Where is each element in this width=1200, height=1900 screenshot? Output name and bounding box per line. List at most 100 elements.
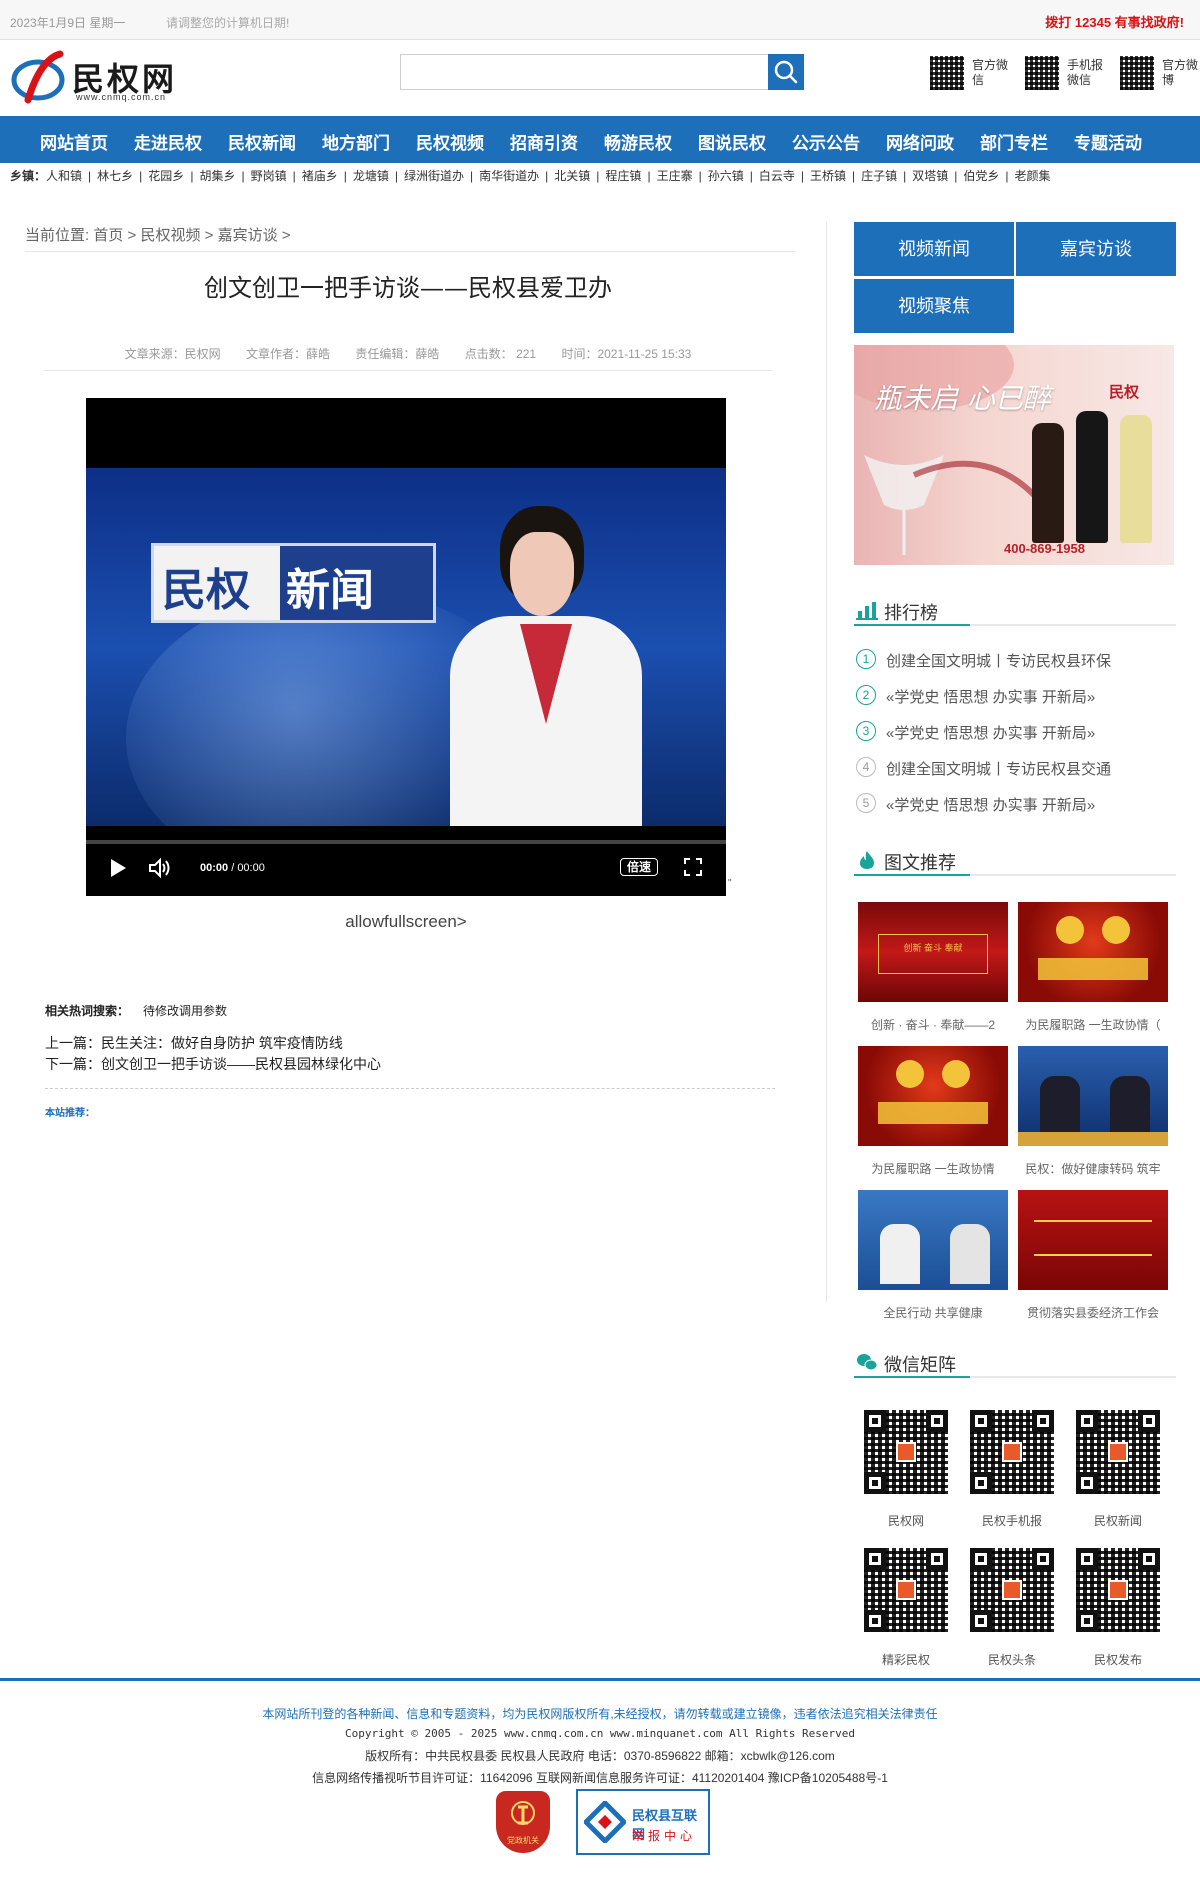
town-link[interactable]: 程庄镇: [605, 167, 641, 184]
column-divider: [826, 222, 827, 1302]
hot-keywords: 相关热词搜索： 待修改调用参数: [45, 1002, 227, 1019]
wine-advertisement[interactable]: 瓶未启 心已醉 民权 400-869-1958: [854, 345, 1174, 565]
picture-thumb[interactable]: [1018, 1190, 1168, 1290]
picture-thumb[interactable]: [1018, 1046, 1168, 1146]
main-nav: 网站首页 走进民权 民权新闻 地方部门 民权视频 招商引资 畅游民权 图说民权 …: [0, 116, 1200, 163]
town-link[interactable]: 南华街道办: [479, 167, 539, 184]
picture-thumb[interactable]: [858, 1190, 1008, 1290]
towns-label: 乡镇：: [10, 169, 47, 183]
footer-notice: 本网站所刊登的各种新闻、信息和专题资料，均为民权网版权所有,未经授权，请勿转载或…: [262, 1707, 938, 1721]
nav-item-announcements[interactable]: 公示公告: [792, 129, 860, 154]
wine-bottle: [1032, 423, 1064, 543]
nav-item-columns[interactable]: 部门专栏: [980, 129, 1048, 154]
news-anchor-figure: [450, 506, 650, 826]
meta-author: 文章作者：薛皓: [246, 347, 331, 361]
flame-icon: [860, 851, 874, 869]
nav-item-news[interactable]: 民权新闻: [228, 129, 296, 154]
nav-item-home[interactable]: 网站首页: [40, 129, 108, 154]
town-link[interactable]: 王庄寨: [657, 167, 693, 184]
town-link[interactable]: 龙塘镇: [353, 167, 389, 184]
video-controls: 00:00 / 00:00 倍速: [86, 826, 726, 896]
nav-item-photos[interactable]: 图说民权: [698, 129, 766, 154]
picture-caption[interactable]: 贯彻落实县委经济工作会: [1018, 1304, 1168, 1321]
picture-caption[interactable]: 全民行动 共享健康: [858, 1304, 1008, 1321]
pictures-title: 图文推荐: [884, 853, 956, 873]
town-link[interactable]: 花园乡: [148, 167, 184, 184]
breadcrumb-video[interactable]: 民权视频: [140, 227, 200, 244]
qr-code-icon[interactable]: [864, 1548, 948, 1632]
town-link[interactable]: 人和镇: [46, 167, 82, 184]
town-link[interactable]: 孙六镇: [708, 167, 744, 184]
report-center-badge[interactable]: 民权县互联网 举报中心: [576, 1789, 710, 1855]
qr-code-icon[interactable]: [864, 1410, 948, 1494]
prev-article-link[interactable]: 上一篇：民生关注：做好自身防护 筑牢疫情防线: [45, 1033, 381, 1054]
qr-code-icon[interactable]: [1076, 1548, 1160, 1632]
town-link[interactable]: 北关镇: [554, 167, 590, 184]
play-icon[interactable]: [108, 858, 128, 878]
official-weibo-link[interactable]: 官方微博: [1120, 56, 1198, 90]
town-link[interactable]: 王桥镇: [810, 167, 846, 184]
town-link[interactable]: 庄子镇: [861, 167, 897, 184]
article-meta: 文章来源：民权网 文章作者：薛皓 责任编辑：薛皓 点击数： 221 时间：202…: [44, 345, 772, 371]
tab-guest-interview[interactable]: 嘉宾访谈: [1016, 222, 1176, 276]
rank-number: 2: [856, 685, 876, 705]
qr-code-icon[interactable]: [970, 1548, 1054, 1632]
town-link[interactable]: 双塔镇: [912, 167, 948, 184]
search-button[interactable]: [768, 54, 804, 90]
rank-text: «学党史 悟思想 办实事 开新局»: [886, 689, 1096, 706]
town-link[interactable]: 老颜集: [1015, 167, 1051, 184]
breadcrumb-interview[interactable]: 嘉宾访谈: [218, 227, 278, 244]
rank-number: 4: [856, 757, 876, 777]
town-link[interactable]: 林七乡: [97, 167, 133, 184]
volume-icon[interactable]: [148, 858, 172, 878]
nav-item-inquiry[interactable]: 网络问政: [886, 129, 954, 154]
qr-code-icon[interactable]: [1076, 1410, 1160, 1494]
qr-code-icon: [930, 56, 964, 90]
town-link[interactable]: 褚庙乡: [302, 167, 338, 184]
nav-item-specials[interactable]: 专题活动: [1074, 129, 1142, 154]
mobile-paper-wechat-link[interactable]: 手机报微信: [1025, 56, 1109, 90]
party-gov-badge[interactable]: 党政机关: [496, 1791, 550, 1853]
town-link[interactable]: 绿洲街道办: [404, 167, 464, 184]
town-link[interactable]: 胡集乡: [199, 167, 235, 184]
news-logo-right: 新闻: [280, 546, 433, 620]
content-divider: [45, 1088, 775, 1089]
speed-button[interactable]: 倍速: [620, 858, 658, 876]
nav-item-about[interactable]: 走进民权: [134, 129, 202, 154]
next-article-link[interactable]: 下一篇：创文创卫一把手访谈——民权县园林绿化中心: [45, 1054, 381, 1075]
picture-caption[interactable]: 为民履职路 一生政协情: [858, 1160, 1008, 1177]
qr-code-icon[interactable]: [970, 1410, 1054, 1494]
qr-code-icon: [1120, 56, 1154, 90]
site-logo[interactable]: 民权网 www.cnmq.com.cn: [10, 50, 190, 106]
meta-time: 时间：2021-11-25 15:33: [561, 347, 692, 361]
video-player[interactable]: 民权 新闻 00:00 / 00:00 倍速: [86, 398, 726, 896]
town-link[interactable]: 白云寺: [759, 167, 795, 184]
video-frame[interactable]: 民权 新闻: [86, 468, 726, 826]
official-wechat-link[interactable]: 官方微信: [930, 56, 1014, 90]
nav-item-departments[interactable]: 地方部门: [322, 129, 390, 154]
ad-phone: 400-869-1958: [1004, 541, 1085, 556]
qr-caption: 民权手机报: [981, 1514, 1042, 1528]
video-progress-bar[interactable]: [86, 840, 726, 844]
picture-caption[interactable]: 创新 · 奋斗 · 奉献——2: [858, 1016, 1008, 1033]
stray-quote: ": [728, 878, 732, 889]
breadcrumb-home[interactable]: 首页: [93, 227, 123, 244]
hotline-link[interactable]: 拨打 12345 有事找政府!: [1045, 12, 1184, 31]
town-link[interactable]: 野岗镇: [251, 167, 287, 184]
picture-caption[interactable]: 为民履职路 一生政协情（: [1018, 1016, 1168, 1033]
picture-thumb[interactable]: [858, 1046, 1008, 1146]
fullscreen-icon[interactable]: [684, 858, 702, 876]
search-input[interactable]: [400, 54, 770, 90]
nav-item-investment[interactable]: 招商引资: [510, 129, 578, 154]
qr-caption: 民权网: [887, 1514, 924, 1528]
nav-item-video[interactable]: 民权视频: [416, 129, 484, 154]
tab-video-focus[interactable]: 视频聚焦: [854, 279, 1014, 333]
town-link[interactable]: 伯党乡: [963, 167, 999, 184]
picture-caption[interactable]: 民权：做好健康转码 筑牢: [1018, 1160, 1168, 1177]
picture-thumb[interactable]: [1018, 902, 1168, 1002]
nav-item-travel[interactable]: 畅游民权: [604, 129, 672, 154]
wechat-title: 微信矩阵: [884, 1355, 956, 1375]
tab-video-news[interactable]: 视频新闻: [854, 222, 1014, 276]
hot-value[interactable]: 待修改调用参数: [143, 1004, 227, 1018]
picture-thumb[interactable]: 创新 奋斗 奉献: [858, 902, 1008, 1002]
